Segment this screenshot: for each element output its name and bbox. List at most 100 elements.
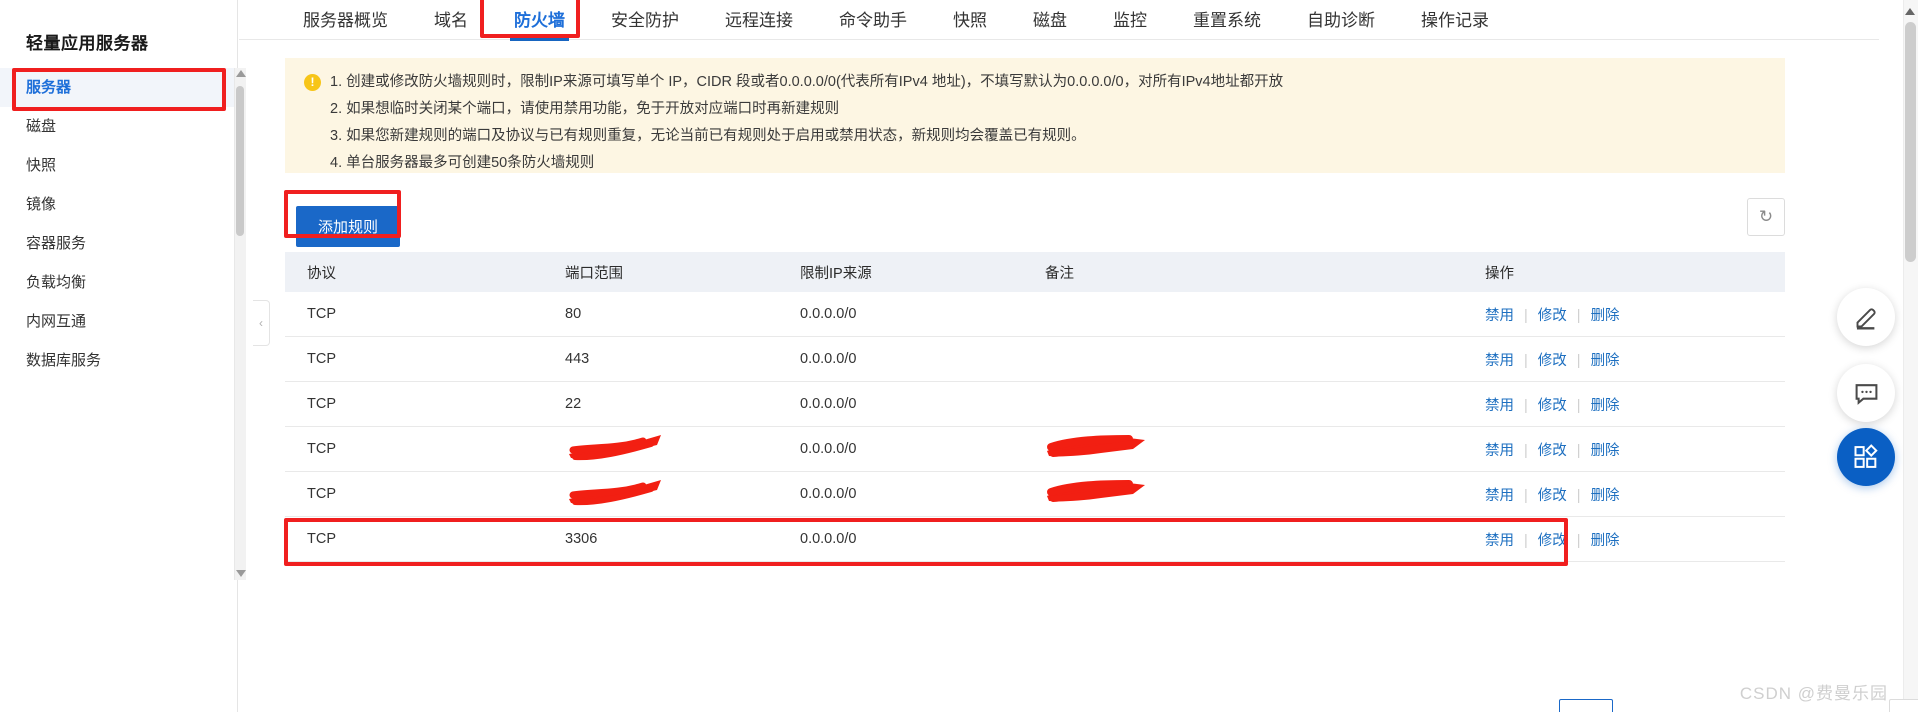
cell-source-ip: 0.0.0.0/0 [800, 306, 857, 322]
table-row: TCP 0.0.0.0/0 禁用 | 修改 | 删除 [285, 472, 1785, 517]
sidebar-item-label: 容器服务 [26, 235, 87, 252]
disable-rule-link[interactable]: 禁用 [1485, 443, 1514, 459]
disable-rule-link[interactable]: 禁用 [1485, 398, 1514, 414]
cell-port-range [565, 430, 800, 468]
sidebar-item-label: 快照 [26, 157, 57, 174]
cell-protocol: TCP [307, 306, 336, 322]
sidebar-item-label: 服务器 [26, 79, 72, 96]
cell-operations: 禁用 | 修改 | 删除 [1485, 394, 1785, 415]
sidebar-item-label: 磁盘 [26, 118, 57, 135]
tab-bar: 服务器概览 域名 防火墙 安全防护 远程连接 命令助手 快照 磁盘 监控 重置系统 自助诊断 操作记录 [239, 0, 1879, 41]
notice-line-3: 4. 单台服务器最多可创建50条防火墙规则 [330, 155, 595, 171]
sidebar-item-label: 镜像 [26, 196, 57, 213]
disable-rule-link[interactable]: 禁用 [1485, 308, 1514, 324]
delete-rule-link[interactable]: 删除 [1591, 308, 1620, 324]
table-toolbar: 添加规则 ↻ [285, 192, 1785, 247]
notice-line-list: 1. 创建或修改防火墙规则时，限制IP来源可填写单个 IP，CIDR 段或者0.… [330, 69, 1283, 177]
page-scrollbar-thumb[interactable] [1905, 22, 1916, 262]
modify-rule-link[interactable]: 修改 [1538, 353, 1567, 369]
cell-protocol: TCP [307, 351, 336, 367]
content-area: ! 1. 创建或修改防火墙规则时，限制IP来源可填写单个 IP，CIDR 段或者… [239, 40, 1879, 712]
modify-rule-link[interactable]: 修改 [1538, 488, 1567, 504]
refresh-button[interactable]: ↻ [1747, 198, 1785, 236]
delete-rule-link[interactable]: 删除 [1591, 398, 1620, 414]
action-separator: | [1524, 532, 1528, 549]
cell-operations: 禁用 | 修改 | 删除 [1485, 439, 1785, 460]
table-row: TCP 22 0.0.0.0/0 禁用 | 修改 | 删除 [285, 382, 1785, 427]
notice-box: ! 1. 创建或修改防火墙规则时，限制IP来源可填写单个 IP，CIDR 段或者… [285, 58, 1785, 173]
tab-7[interactable]: 磁盘 [1029, 0, 1071, 41]
apps-grid-button[interactable] [1837, 428, 1895, 486]
sidebar-item-6[interactable]: 内网互通 [0, 302, 238, 341]
delete-rule-link[interactable]: 删除 [1591, 353, 1620, 369]
sidebar-title: 轻量应用服务器 [26, 34, 149, 53]
cell-port-range: 3306 [565, 531, 598, 547]
cell-protocol: TCP [307, 441, 336, 457]
table-row: TCP 443 0.0.0.0/0 禁用 | 修改 | 删除 [285, 337, 1785, 382]
tab-10[interactable]: 自助诊断 [1303, 0, 1379, 41]
column-header-source-ip: 限制IP来源 [800, 265, 872, 282]
action-separator: | [1576, 487, 1581, 504]
sidebar-item-1[interactable]: 磁盘 [0, 107, 238, 146]
cell-operations: 禁用 | 修改 | 删除 [1485, 304, 1785, 325]
delete-rule-link[interactable]: 删除 [1591, 533, 1620, 549]
action-separator: | [1576, 397, 1581, 414]
disable-rule-link[interactable]: 禁用 [1485, 353, 1514, 369]
delete-rule-link[interactable]: 删除 [1591, 443, 1620, 459]
tab-9[interactable]: 重置系统 [1189, 0, 1265, 41]
modify-rule-link[interactable]: 修改 [1538, 398, 1567, 414]
modify-rule-link[interactable]: 修改 [1538, 443, 1567, 459]
sidebar-item-3[interactable]: 镜像 [0, 185, 238, 224]
cell-source-ip: 0.0.0.0/0 [800, 486, 857, 502]
notice-line-1: 2. 如果想临时关闭某个端口，请使用禁用功能，免于开放对应端口时再新建规则 [330, 101, 840, 117]
tab-8[interactable]: 监控 [1109, 0, 1151, 41]
tab-11[interactable]: 操作记录 [1417, 0, 1493, 41]
feedback-chat-button[interactable] [1837, 364, 1895, 422]
action-separator: | [1524, 397, 1528, 414]
tab-6[interactable]: 快照 [949, 0, 991, 41]
chat-bubble-icon [1855, 383, 1877, 405]
warning-icon: ! [304, 74, 321, 91]
table-row: TCP 3306 0.0.0.0/0 禁用 | 修改 | 删除 [285, 517, 1785, 562]
tab-2[interactable]: 防火墙 [510, 0, 569, 41]
tab-1[interactable]: 域名 [430, 0, 472, 41]
sidebar-item-7[interactable]: 数据库服务 [0, 341, 238, 380]
disable-rule-link[interactable]: 禁用 [1485, 533, 1514, 549]
sidebar-item-label: 负载均衡 [26, 274, 87, 291]
modify-rule-link[interactable]: 修改 [1538, 533, 1567, 549]
tab-5[interactable]: 命令助手 [835, 0, 911, 41]
cell-operations: 禁用 | 修改 | 删除 [1485, 529, 1785, 550]
tab-0[interactable]: 服务器概览 [299, 0, 392, 41]
feedback-edit-button[interactable] [1837, 288, 1895, 346]
redaction-scribble-icon [1047, 435, 1145, 457]
table-body: TCP 80 0.0.0.0/0 禁用 | 修改 | 删除 TCP 443 0.0.0.0/0 禁用 |… [285, 292, 1785, 562]
modify-rule-link[interactable]: 修改 [1538, 308, 1567, 324]
bottom-strip [239, 699, 1918, 712]
pagination-page-size-select[interactable] [1889, 699, 1918, 712]
page-scroll-up-icon[interactable] [1905, 8, 1915, 15]
sidebar-item-5[interactable]: 负载均衡 [0, 263, 238, 302]
pencil-icon [1856, 307, 1876, 329]
action-separator: | [1576, 352, 1581, 369]
pagination-current-page[interactable] [1559, 699, 1613, 712]
grid-apps-icon [1854, 444, 1878, 468]
sidebar-item-0[interactable]: 服务器 [0, 68, 238, 107]
delete-rule-link[interactable]: 删除 [1591, 488, 1620, 504]
sidebar: 轻量应用服务器 服务器磁盘快照镜像容器服务负载均衡内网互通数据库服务 [0, 0, 246, 712]
table-row: TCP 80 0.0.0.0/0 禁用 | 修改 | 删除 [285, 292, 1785, 337]
sidebar-item-4[interactable]: 容器服务 [0, 224, 238, 263]
tab-3[interactable]: 安全防护 [607, 0, 683, 41]
column-header-note: 备注 [1045, 265, 1074, 282]
sidebar-item-2[interactable]: 快照 [0, 146, 238, 185]
tab-list: 服务器概览 域名 防火墙 安全防护 远程连接 命令助手 快照 磁盘 监控 重置系统 自助诊断 操作记录 [299, 0, 1493, 41]
sidebar-collapse-handle[interactable]: ‹ [253, 300, 270, 346]
disable-rule-link[interactable]: 禁用 [1485, 488, 1514, 504]
cell-operations: 禁用 | 修改 | 删除 [1485, 349, 1785, 370]
sidebar-item-label: 内网互通 [26, 313, 87, 330]
action-separator: | [1524, 352, 1528, 369]
add-rule-button[interactable]: 添加规则 [296, 206, 401, 247]
cell-protocol: TCP [307, 396, 336, 412]
cell-protocol: TCP [307, 531, 336, 547]
tab-4[interactable]: 远程连接 [721, 0, 797, 41]
redaction-scribble-icon [1047, 480, 1145, 502]
